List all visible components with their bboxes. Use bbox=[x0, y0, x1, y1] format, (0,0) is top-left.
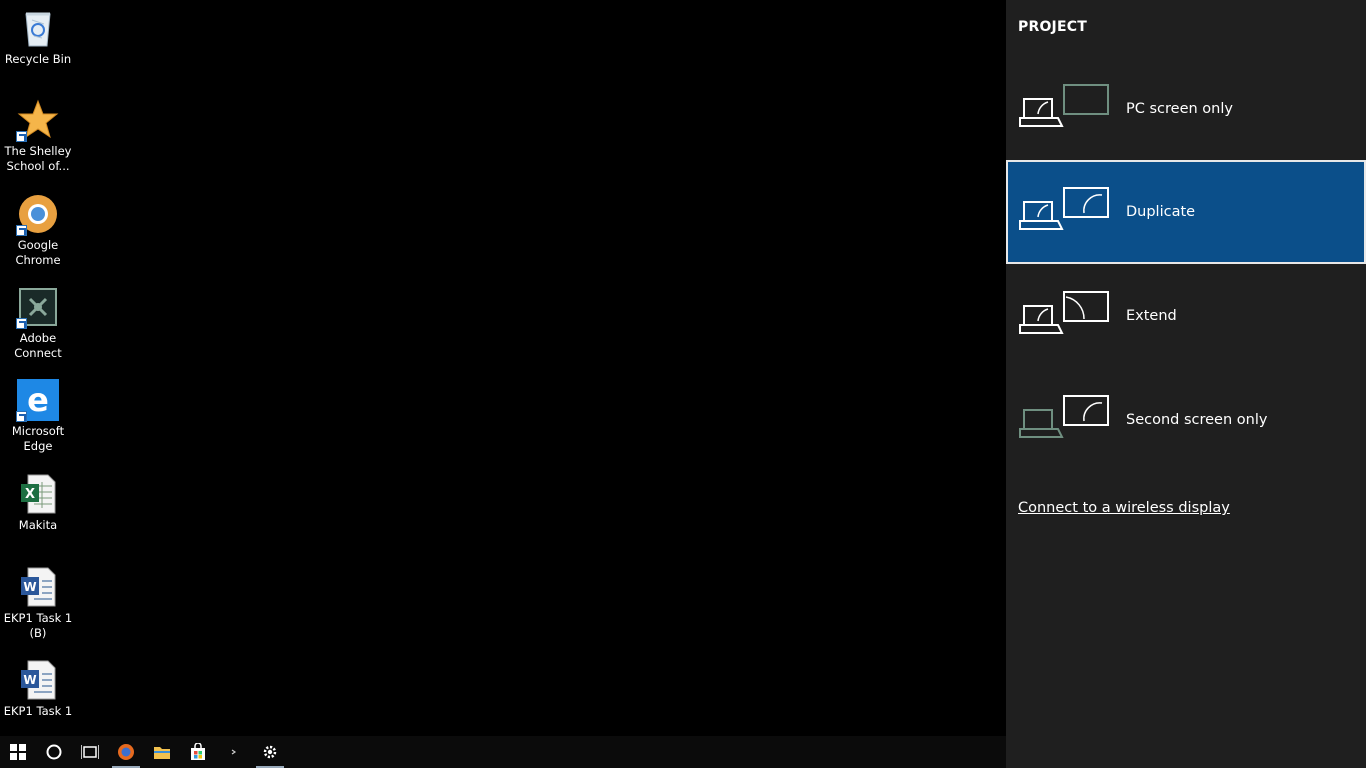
file-explorer-icon bbox=[154, 747, 170, 759]
store-icon bbox=[191, 743, 205, 760]
desktop-icons: Recycle Bin The Shelley School of... Goo… bbox=[0, 0, 76, 736]
desktop-icon-ekp1-task-1-b[interactable]: W EKP1 Task 1 (B) bbox=[2, 565, 74, 641]
desktop-icon-label: Recycle Bin bbox=[4, 52, 72, 66]
task-view-icon bbox=[81, 745, 99, 759]
chrome-icon bbox=[16, 192, 60, 236]
task-view-button[interactable] bbox=[72, 736, 108, 768]
shortcut-arrow-icon bbox=[16, 411, 27, 422]
start-icon bbox=[10, 744, 26, 760]
word-file-icon: W bbox=[16, 565, 60, 609]
svg-text:e: e bbox=[27, 381, 49, 419]
svg-text:W: W bbox=[23, 580, 36, 594]
desktop-icon-label: EKP1 Task 1 bbox=[3, 704, 73, 718]
star-icon bbox=[16, 98, 60, 142]
desktop-icon-label: The Shelley School of... bbox=[4, 144, 72, 173]
edge-icon: e bbox=[16, 378, 60, 422]
option-label: Extend bbox=[1126, 308, 1177, 324]
desktop-icon-label: Microsoft Edge bbox=[11, 424, 65, 453]
taskbar-store[interactable] bbox=[180, 736, 216, 768]
shortcut-arrow-icon bbox=[16, 225, 27, 236]
desktop-icon-recycle-bin[interactable]: Recycle Bin bbox=[2, 6, 74, 67]
taskbar-firefox[interactable] bbox=[108, 736, 144, 768]
option-duplicate[interactable]: Duplicate bbox=[1006, 160, 1366, 264]
desktop-icon-google-chrome[interactable]: Google Chrome bbox=[2, 192, 74, 268]
desktop-icon-microsoft-edge[interactable]: e Microsoft Edge bbox=[2, 378, 74, 454]
desktop-icon-makita[interactable]: X Makita bbox=[2, 472, 74, 533]
desktop-icon-shelley-school[interactable]: The Shelley School of... bbox=[2, 98, 74, 174]
option-label: PC screen only bbox=[1126, 101, 1233, 117]
desktop-icon-label: Makita bbox=[18, 518, 58, 532]
taskbar bbox=[0, 736, 1006, 768]
firefox-icon bbox=[118, 744, 134, 760]
settings-icon bbox=[263, 745, 277, 759]
recycle-bin-icon bbox=[16, 6, 60, 50]
taskbar-settings[interactable] bbox=[252, 736, 288, 768]
option-extend[interactable]: Extend bbox=[1006, 264, 1366, 368]
svg-text:X: X bbox=[25, 487, 35, 502]
desktop-icon-adobe-connect[interactable]: Adobe Connect bbox=[2, 285, 74, 361]
desktop-icon-label: Adobe Connect bbox=[14, 331, 62, 360]
taskbar-file-explorer[interactable] bbox=[144, 736, 180, 768]
pc-screen-only-icon bbox=[1019, 84, 1109, 127]
svg-text:W: W bbox=[23, 673, 36, 687]
desktop-icon-label: Google Chrome bbox=[15, 238, 61, 267]
option-label: Second screen only bbox=[1126, 412, 1268, 428]
project-panel: PROJECT PC screen only Duplicate Extend … bbox=[1006, 0, 1366, 768]
panel-title: PROJECT bbox=[1018, 19, 1087, 35]
more-icon bbox=[231, 749, 237, 755]
word-file-icon: W bbox=[16, 658, 60, 702]
shortcut-arrow-icon bbox=[16, 131, 27, 142]
desktop-icon-label: EKP1 Task 1 (B) bbox=[3, 611, 73, 640]
connect-wireless-display-link[interactable]: Connect to a wireless display bbox=[1018, 500, 1230, 516]
duplicate-icon bbox=[1019, 187, 1109, 230]
second-screen-only-icon bbox=[1019, 395, 1109, 438]
taskbar-more[interactable] bbox=[216, 736, 252, 768]
excel-file-icon: X bbox=[16, 472, 60, 516]
cortana-icon bbox=[46, 744, 62, 760]
cortana-button[interactable] bbox=[36, 736, 72, 768]
shortcut-arrow-icon bbox=[16, 318, 27, 329]
option-second-screen-only[interactable]: Second screen only bbox=[1006, 368, 1366, 472]
option-label: Duplicate bbox=[1126, 204, 1196, 220]
start-button[interactable] bbox=[0, 736, 36, 768]
option-pc-screen-only[interactable]: PC screen only bbox=[1006, 57, 1366, 161]
extend-icon bbox=[1019, 291, 1109, 334]
adobe-connect-icon bbox=[16, 285, 60, 329]
desktop-icon-ekp1-task-1[interactable]: W EKP1 Task 1 bbox=[2, 658, 74, 719]
